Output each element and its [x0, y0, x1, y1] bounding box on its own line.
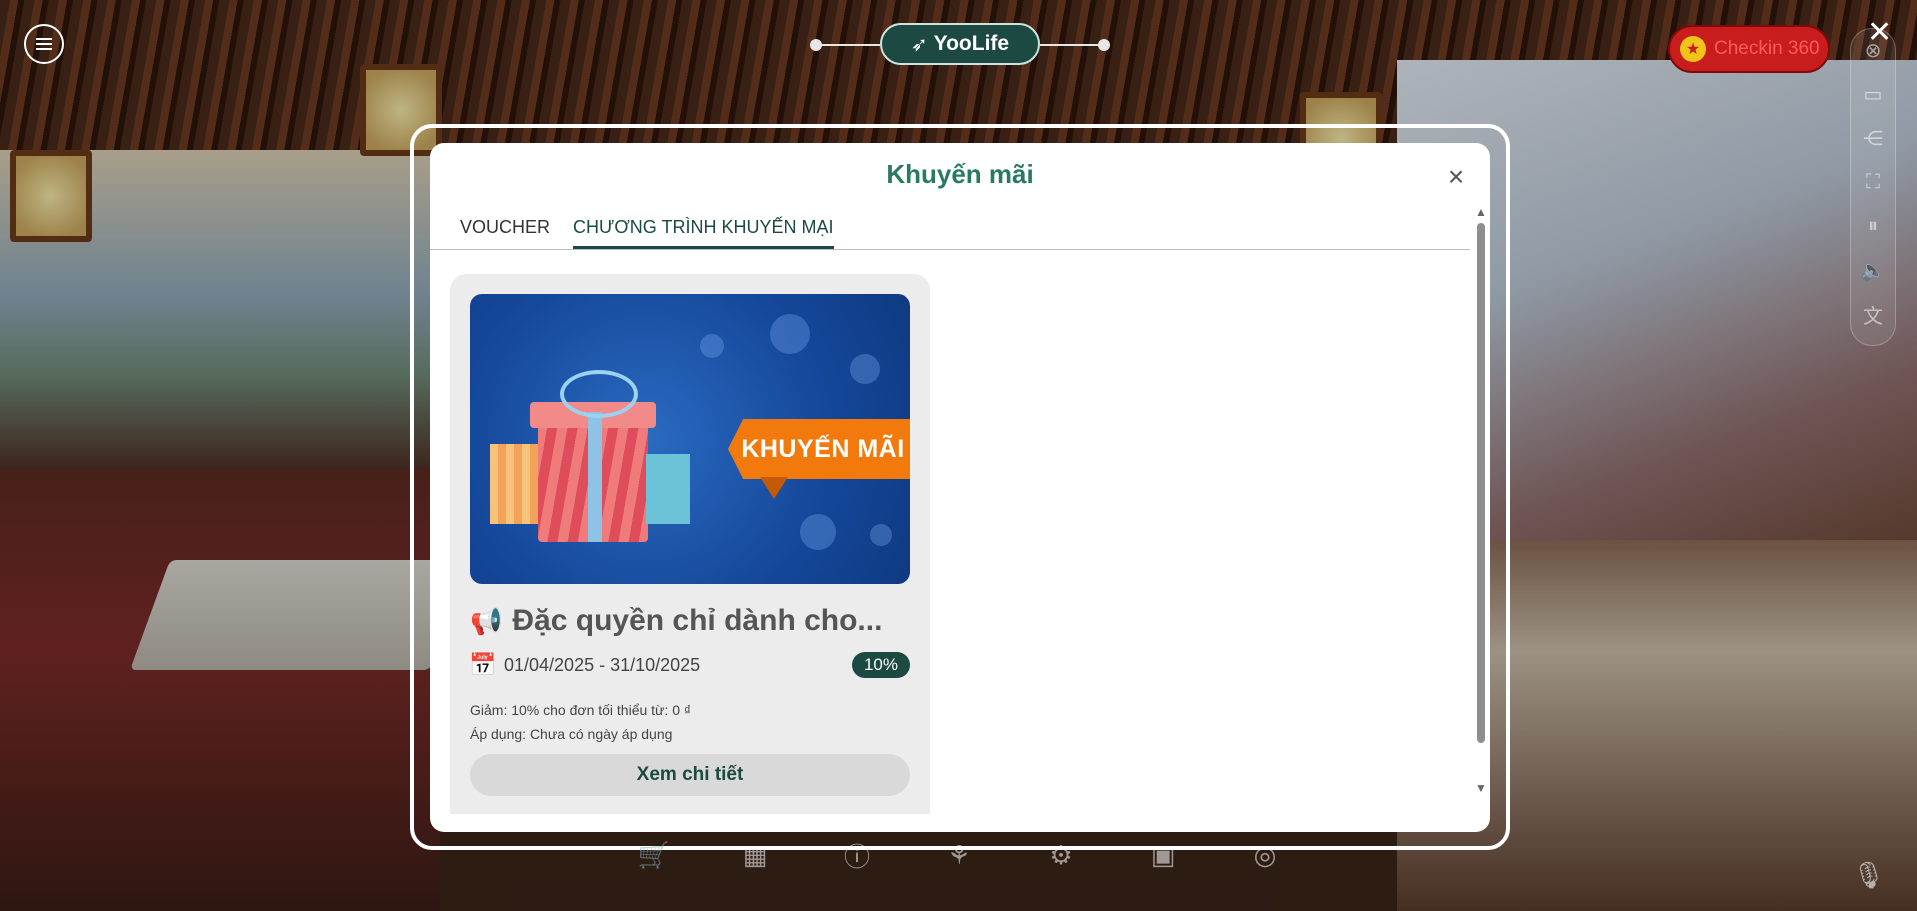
banner-bubble — [800, 514, 836, 550]
info-icon[interactable]: ⓘ — [840, 838, 874, 872]
fullscreen-icon[interactable]: ⛶ — [1858, 167, 1888, 197]
logo-dot-right — [1098, 39, 1110, 51]
banner-bubble — [870, 524, 892, 546]
calendar-icon: 📅 — [469, 652, 497, 677]
pause-icon[interactable]: ⏸ — [1858, 211, 1888, 241]
discount-badge: 10% — [851, 652, 910, 678]
gift-bow — [560, 370, 638, 418]
scroll-up-icon[interactable]: ▲ — [1475, 205, 1487, 219]
apply-line: Áp dụng: Chưa có ngày áp dụng — [470, 726, 673, 742]
promotions-modal: Khuyến mãi × VOUCHER CHƯƠNG TRÌNH KHUYẾN… — [430, 143, 1490, 832]
checkin-360-button[interactable]: ★ Checkin 360 — [1668, 25, 1830, 73]
logo-line-right — [1040, 44, 1104, 46]
gallery-icon[interactable]: ▣ — [1146, 838, 1180, 872]
promo-info: Giảm: 10% cho đơn tối thiểu từ: 0 ₫ Áp d… — [470, 698, 691, 746]
megaphone-icon: 📢 — [470, 605, 503, 636]
banner-bubble — [770, 314, 810, 354]
checkin-label: Checkin 360 — [1714, 38, 1820, 59]
modal-tabs: VOUCHER CHƯƠNG TRÌNH KHUYẾN MẠI — [430, 207, 1470, 250]
gift-box-right — [646, 454, 690, 524]
gift-box-left — [490, 444, 540, 524]
discount-line: Giảm: 10% cho đơn tối thiểu từ: 0 ₫ — [470, 702, 692, 718]
settings-icon[interactable]: ⚙ — [1044, 838, 1078, 872]
modal-close-button[interactable]: × — [1442, 163, 1470, 191]
bottom-toolbar: 🛒 ▦ ⓘ ⚘ ⚙ ▣ ◎ — [0, 838, 1917, 878]
view-details-button[interactable]: Xem chi tiết — [470, 754, 910, 796]
rocket-icon[interactable]: ⚘ — [942, 838, 976, 872]
microphone-icon[interactable]: 🎙 — [1852, 860, 1885, 891]
promo-title: 📢 Đặc quyền chỉ dành cho... — [470, 604, 882, 638]
scroll-thumb[interactable] — [1477, 223, 1485, 743]
gift-ribbon — [588, 412, 602, 542]
promo-date-range: 01/04/2025 - 31/10/2025 — [504, 654, 701, 675]
modal-title: Khuyến mãi — [886, 159, 1034, 189]
modal-scrollbar[interactable]: ▲ ▼ — [1474, 205, 1488, 795]
grid-icon[interactable]: ▦ — [738, 838, 772, 872]
scroll-down-icon[interactable]: ▼ — [1475, 781, 1487, 795]
promo-date-row: 📅 01/04/2025 - 31/10/2025 10% — [469, 650, 910, 680]
cart-icon[interactable]: 🛒 — [637, 838, 671, 872]
hamburger-icon — [36, 38, 52, 50]
share-icon[interactable]: ⋲ — [1858, 123, 1888, 153]
main-menu-button[interactable] — [24, 24, 64, 64]
translate-icon[interactable]: 文 — [1858, 299, 1888, 329]
banner-bubble — [700, 334, 724, 358]
yoolife-logo[interactable]: ➶ YooLife — [880, 23, 1040, 65]
banner-promo-text: KHUYẾN MÃI — [728, 419, 910, 479]
logo-text: YooLife — [933, 32, 1010, 55]
camera-360-icon[interactable]: ◎ — [1248, 838, 1282, 872]
promo-banner-image: KHUYẾN MÃI — [470, 294, 910, 584]
promo-card[interactable]: KHUYẾN MÃI 📢 Đặc quyền chỉ dành cho... 📅… — [450, 274, 930, 814]
tab-voucher[interactable]: VOUCHER — [460, 217, 550, 246]
banner-tag-tail — [760, 477, 788, 499]
promo-title-text: Đặc quyền chỉ dành cho... — [512, 604, 883, 637]
logo-dot-left — [810, 39, 822, 51]
tab-promotion-programs[interactable]: CHƯƠNG TRÌNH KHUYẾN MẠI — [573, 217, 834, 249]
volume-icon[interactable]: 🔈 — [1858, 255, 1888, 285]
star-icon: ★ — [1680, 36, 1706, 62]
close-icon[interactable]: ✕ — [1867, 18, 1892, 48]
logo-line-left — [816, 44, 880, 46]
side-toolbar: ⊗ ▭ ⋲ ⛶ ⏸ 🔈 文 — [1850, 28, 1896, 346]
banner-bubble — [850, 354, 880, 384]
yoolife-bird-icon: ➶ — [910, 33, 928, 56]
vr-headset-icon[interactable]: ▭ — [1858, 79, 1888, 109]
